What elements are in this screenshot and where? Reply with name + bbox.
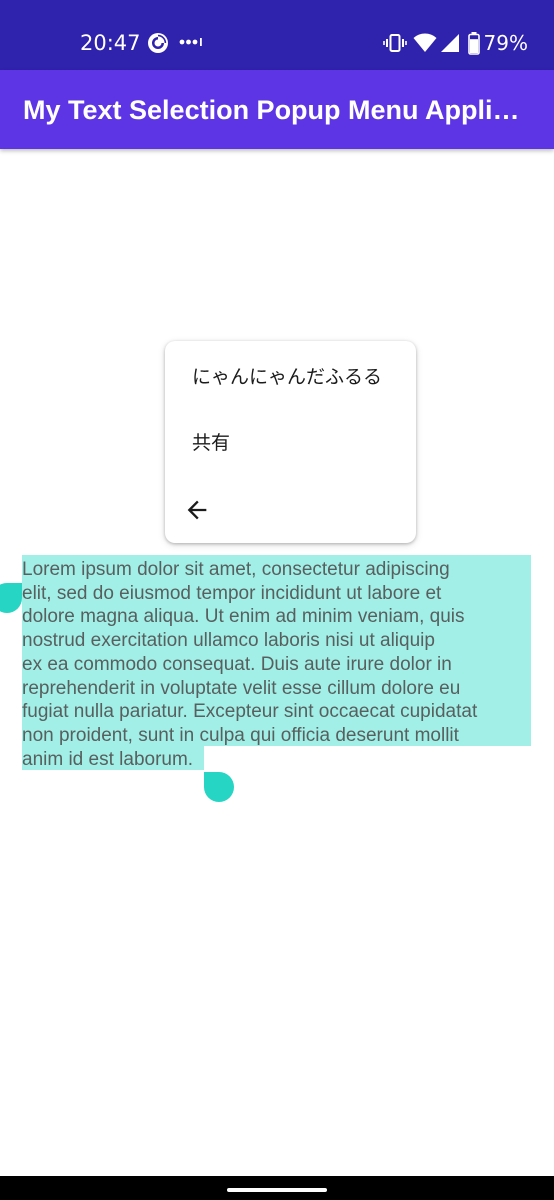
text-line: nostrud exercitation ullamco laboris nis… [22,630,435,652]
pocket-casts-icon [148,33,168,53]
battery-percent: 79% [483,31,528,55]
vibrate-icon [382,34,407,52]
navigation-bar [0,1176,554,1200]
popup-item-nyan[interactable]: にゃんにゃんだふるる [192,365,382,389]
lorem-ipsum-text[interactable]: Lorem ipsum dolor sit amet, consectetur … [22,558,477,771]
status-bar: 20:47 79% [0,0,554,70]
app-title: My Text Selection Popup Menu Application [23,95,528,125]
text-line: elit, sed do eiusmod tempor incididunt u… [22,582,442,604]
text-line: reprehenderit in voluptate velit esse ci… [22,677,461,699]
arrow-back-icon[interactable] [183,496,211,524]
status-icons: 79% [382,30,528,56]
text-line: anim id est laborum. [22,748,194,770]
wifi-icon [413,33,437,52]
home-gesture-handle[interactable] [227,1188,327,1192]
text-line: non proident, sunt in culpa qui officia … [22,724,459,746]
text-line: Lorem ipsum dolor sit amet, consectetur … [22,559,450,580]
popup-item-share[interactable]: 共有 [192,431,230,455]
text-line: dolore magna aliqua. Ut enim ad minim ve… [22,606,465,628]
battery-icon [467,32,480,55]
text-selection-popup-menu: にゃんにゃんだふるる 共有 [165,341,416,543]
app-bar: My Text Selection Popup Menu Application [0,70,554,149]
more-notifications-icon [179,38,202,46]
cell-signal-icon [440,34,459,52]
status-time: 20:47 [80,31,141,55]
selection-handle-end[interactable] [204,772,234,802]
text-line: ex ea commodo consequat. Duis aute irure… [22,653,452,675]
text-line: fugiat nulla pariatur. Excepteur sint oc… [22,701,478,723]
selection-handle-start[interactable] [0,583,22,613]
